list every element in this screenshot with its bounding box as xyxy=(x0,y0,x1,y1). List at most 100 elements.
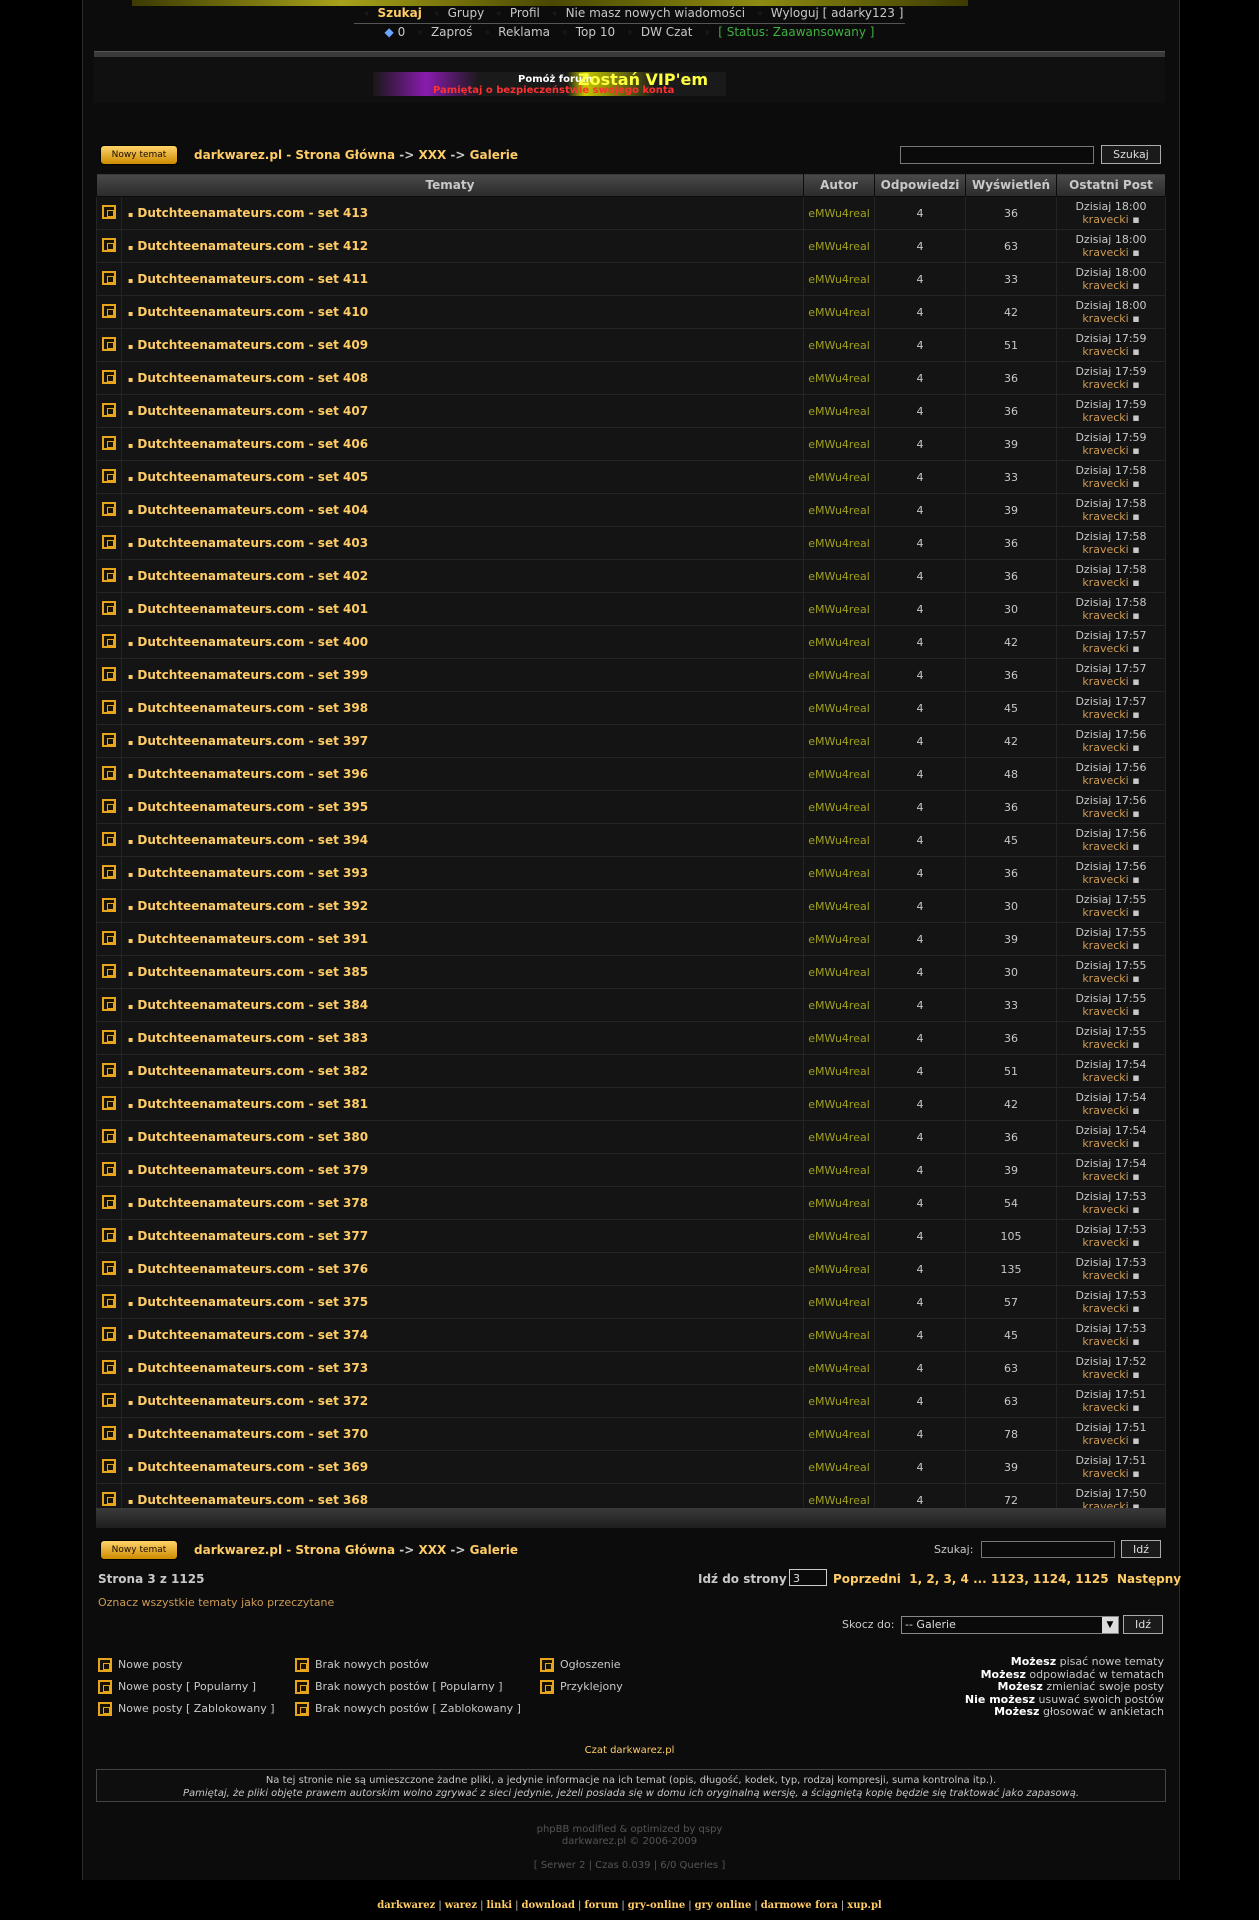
topic-author[interactable]: eMWu4real xyxy=(803,856,875,890)
last-post-user[interactable]: kravecki xyxy=(1082,840,1128,853)
goto-post-icon[interactable]: ▪ xyxy=(1132,345,1139,358)
last-post-user[interactable]: kravecki xyxy=(1082,1302,1128,1315)
topic-link[interactable]: Dutchteenamateurs.com - set 369 xyxy=(137,1460,368,1474)
footer-link[interactable]: gry-online xyxy=(628,1900,685,1911)
goto-post-icon[interactable]: ▪ xyxy=(1132,873,1139,886)
last-post-user[interactable]: kravecki xyxy=(1082,1269,1128,1282)
new-topic-button-bottom[interactable]: Nowy temat xyxy=(100,1540,178,1560)
topic-link[interactable]: Dutchteenamateurs.com - set 399 xyxy=(137,668,368,682)
last-post-user[interactable]: kravecki xyxy=(1082,906,1128,919)
breadcrumb-xxx[interactable]: XXX xyxy=(418,1543,446,1557)
breadcrumb-xxx[interactable]: XXX xyxy=(418,148,446,162)
topic-link[interactable]: Dutchteenamateurs.com - set 372 xyxy=(137,1394,368,1408)
goto-post-icon[interactable]: ▪ xyxy=(1132,1038,1139,1051)
last-post-user[interactable]: kravecki xyxy=(1082,1104,1128,1117)
footer-link[interactable]: download xyxy=(521,1900,574,1911)
topic-author[interactable]: eMWu4real xyxy=(803,361,875,395)
last-post-user[interactable]: kravecki xyxy=(1082,939,1128,952)
topic-link[interactable]: Dutchteenamateurs.com - set 397 xyxy=(137,734,368,748)
last-post-user[interactable]: kravecki xyxy=(1082,1137,1128,1150)
topic-author[interactable]: eMWu4real xyxy=(803,988,875,1022)
last-post-user[interactable]: kravecki xyxy=(1082,1335,1128,1348)
vip-banner[interactable]: Pomóż forum Zostań VIP'em Pamiętaj o bez… xyxy=(373,70,726,96)
last-post-user[interactable]: kravecki xyxy=(1082,477,1128,490)
topic-link[interactable]: Dutchteenamateurs.com - set 383 xyxy=(137,1031,368,1045)
goto-post-icon[interactable]: ▪ xyxy=(1132,1302,1139,1315)
topic-author[interactable]: eMWu4real xyxy=(803,1351,875,1385)
topic-author[interactable]: eMWu4real xyxy=(803,262,875,296)
goto-post-icon[interactable]: ▪ xyxy=(1132,378,1139,391)
search-button[interactable]: Szukaj xyxy=(1101,145,1161,164)
goto-post-icon[interactable]: ▪ xyxy=(1132,1071,1139,1084)
topic-author[interactable]: eMWu4real xyxy=(803,922,875,956)
goto-post-icon[interactable]: ▪ xyxy=(1132,741,1139,754)
last-post-user[interactable]: kravecki xyxy=(1082,774,1128,787)
topic-author[interactable]: eMWu4real xyxy=(803,724,875,758)
last-post-user[interactable]: kravecki xyxy=(1082,1005,1128,1018)
goto-post-icon[interactable]: ▪ xyxy=(1132,675,1139,688)
goto-post-icon[interactable]: ▪ xyxy=(1132,840,1139,853)
goto-post-icon[interactable]: ▪ xyxy=(1132,939,1139,952)
goto-post-icon[interactable]: ▪ xyxy=(1132,477,1139,490)
last-post-user[interactable]: kravecki xyxy=(1082,1467,1128,1480)
topic-author[interactable]: eMWu4real xyxy=(803,790,875,824)
next-page-link[interactable]: Następny xyxy=(1117,1572,1181,1586)
footer-link[interactable]: forum xyxy=(584,1900,618,1911)
last-post-user[interactable]: kravecki xyxy=(1082,1401,1128,1414)
jump-select[interactable]: -- Galerie ▼ xyxy=(901,1616,1119,1634)
last-post-user[interactable]: kravecki xyxy=(1082,213,1128,226)
breadcrumb-home[interactable]: darkwarez.pl - Strona Główna xyxy=(194,148,395,162)
topic-author[interactable]: eMWu4real xyxy=(803,526,875,560)
last-post-user[interactable]: kravecki xyxy=(1082,279,1128,292)
topic-link[interactable]: Dutchteenamateurs.com - set 385 xyxy=(137,965,368,979)
topic-link[interactable]: Dutchteenamateurs.com - set 409 xyxy=(137,338,368,352)
goto-post-icon[interactable]: ▪ xyxy=(1132,609,1139,622)
goto-post-icon[interactable]: ▪ xyxy=(1132,1467,1139,1480)
nav-invite[interactable]: Zaproś xyxy=(431,25,472,39)
topic-author[interactable]: eMWu4real xyxy=(803,691,875,725)
search-input-bottom[interactable] xyxy=(981,1541,1115,1558)
topic-author[interactable]: eMWu4real xyxy=(803,295,875,329)
goto-post-icon[interactable]: ▪ xyxy=(1132,1368,1139,1381)
goto-post-icon[interactable]: ▪ xyxy=(1132,444,1139,457)
goto-post-icon[interactable]: ▪ xyxy=(1132,708,1139,721)
topic-author[interactable]: eMWu4real xyxy=(803,1021,875,1055)
new-topic-button[interactable]: Nowy temat xyxy=(100,145,178,165)
topic-author[interactable]: eMWu4real xyxy=(803,592,875,626)
nav-logout[interactable]: Wyloguj [ adarky123 ] xyxy=(771,6,904,20)
last-post-user[interactable]: kravecki xyxy=(1082,1368,1128,1381)
topic-author[interactable]: eMWu4real xyxy=(803,823,875,857)
last-post-user[interactable]: kravecki xyxy=(1082,345,1128,358)
goto-post-icon[interactable]: ▪ xyxy=(1132,774,1139,787)
nav-chat[interactable]: DW Czat xyxy=(641,25,693,39)
footer-link[interactable]: linki xyxy=(486,1900,512,1911)
nav-ads[interactable]: Reklama xyxy=(498,25,550,39)
topic-link[interactable]: Dutchteenamateurs.com - set 377 xyxy=(137,1229,368,1243)
topic-link[interactable]: Dutchteenamateurs.com - set 407 xyxy=(137,404,368,418)
last-post-user[interactable]: kravecki xyxy=(1082,543,1128,556)
goto-post-icon[interactable]: ▪ xyxy=(1132,807,1139,820)
nav-top10[interactable]: Top 10 xyxy=(576,25,615,39)
topic-link[interactable]: Dutchteenamateurs.com - set 404 xyxy=(137,503,368,517)
topic-author[interactable]: eMWu4real xyxy=(803,757,875,791)
goto-post-icon[interactable]: ▪ xyxy=(1132,1203,1139,1216)
last-post-user[interactable]: kravecki xyxy=(1082,312,1128,325)
chat-link[interactable]: Czat darkwarez.pl xyxy=(0,1745,1259,1756)
topic-author[interactable]: eMWu4real xyxy=(803,493,875,527)
topic-link[interactable]: Dutchteenamateurs.com - set 408 xyxy=(137,371,368,385)
topic-author[interactable]: eMWu4real xyxy=(803,196,875,230)
topic-author[interactable]: eMWu4real xyxy=(803,427,875,461)
last-post-user[interactable]: kravecki xyxy=(1082,1236,1128,1249)
topic-author[interactable]: eMWu4real xyxy=(803,229,875,263)
footer-link[interactable]: xup.pl xyxy=(847,1900,882,1911)
last-post-user[interactable]: kravecki xyxy=(1082,378,1128,391)
search-input[interactable] xyxy=(900,146,1094,164)
footer-link[interactable]: gry online xyxy=(695,1900,752,1911)
topic-link[interactable]: Dutchteenamateurs.com - set 406 xyxy=(137,437,368,451)
goto-post-icon[interactable]: ▪ xyxy=(1132,543,1139,556)
nav-profile[interactable]: Profil xyxy=(510,6,540,20)
topic-author[interactable]: eMWu4real xyxy=(803,658,875,692)
topic-link[interactable]: Dutchteenamateurs.com - set 398 xyxy=(137,701,368,715)
nav-messages[interactable]: Nie masz nowych wiadomości xyxy=(566,6,745,20)
topic-author[interactable]: eMWu4real xyxy=(803,1450,875,1484)
